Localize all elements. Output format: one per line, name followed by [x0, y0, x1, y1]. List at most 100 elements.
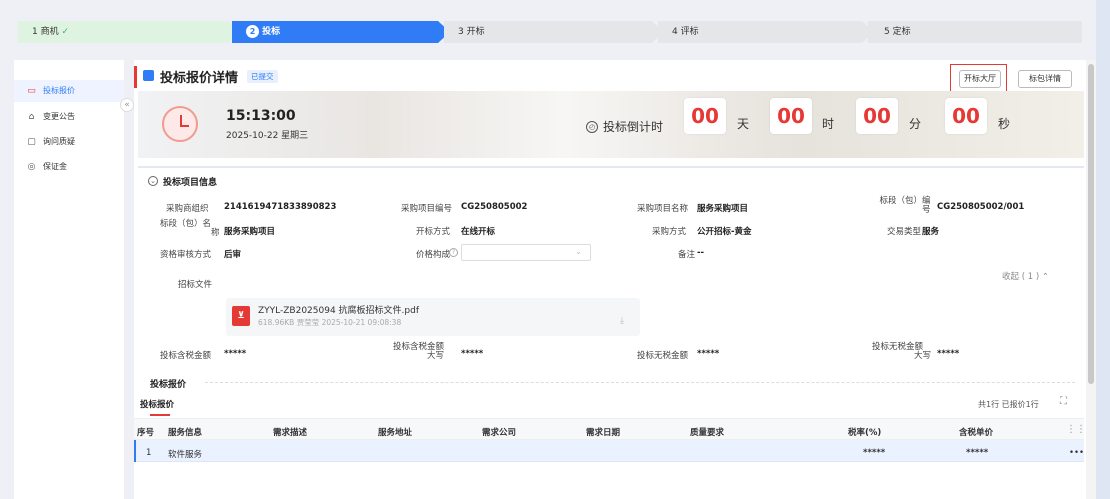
countdown-label: 投标倒计时	[603, 120, 664, 134]
tax-incl-value: *****	[224, 349, 247, 359]
scrollbar-thumb[interactable]	[1088, 64, 1094, 384]
question-doc-icon: ▢	[27, 136, 36, 147]
name-value: 服务采购项目	[697, 204, 749, 214]
row-index: 1	[146, 448, 152, 458]
col-unit-price: 含税单价	[959, 428, 994, 438]
tax-incl-label: 投标含税金额	[160, 351, 212, 361]
col-desc: 需求描述	[273, 428, 308, 438]
file-meta: 618.96KB 贾莹莹 2025-10-21 09:08:38	[258, 318, 402, 327]
countdown-seconds: 00	[945, 98, 987, 134]
quote-section-title: 投标报价	[150, 380, 187, 390]
title-icon	[143, 70, 154, 81]
review-label: 资格审核方式	[160, 250, 212, 260]
doc-label: 招标文件	[178, 280, 213, 290]
org-value: 2141619471833890823	[224, 202, 337, 212]
project-section-title: 投标项目信息	[163, 178, 218, 188]
page-title: 投标报价详情	[160, 71, 239, 86]
countdown-days: 00	[684, 98, 726, 134]
sidebar-item-notice[interactable]: ⌂ 变更公告	[26, 109, 75, 125]
notice-icon: ⌂	[28, 111, 35, 122]
sidebar-item-deposit[interactable]: ◎ 保证金	[26, 159, 67, 175]
countdown-day-unit: 天	[737, 117, 750, 131]
step-3-label: 3 开标	[458, 27, 485, 37]
open-method-value: 在线开标	[461, 227, 496, 237]
row-service: 软件服务	[168, 450, 203, 460]
quote-icon: ▭	[27, 85, 36, 96]
sidebar: ▭ 投标报价 ⌂ 变更公告 ▢ 询问质疑 ◎ 保证金	[14, 60, 124, 499]
quote-summary: 共1行 已报价1行	[978, 400, 1039, 409]
progress-steps: 1 商机 ✓ 2 投标 3 开标 4 评标 5 定标	[0, 0, 1110, 46]
code-value: CG250805002	[461, 202, 528, 212]
tax-excl-upper-label: 投标无税金额 大写	[872, 342, 932, 361]
help-icon[interactable]: ?	[449, 248, 458, 257]
bid-hall-button[interactable]: 开标大厅	[959, 70, 1001, 88]
timer-icon: ◴	[586, 121, 598, 133]
col-company: 需求公司	[482, 428, 517, 438]
pdf-icon: ⊻	[232, 306, 250, 326]
package-detail-button[interactable]: 标包详情	[1018, 70, 1072, 88]
column-settings-icon[interactable]: ⋮⋮	[1066, 424, 1086, 435]
tax-excl-label: 投标无税金额	[637, 351, 689, 361]
collapse-section-icon[interactable]: ⌄	[148, 176, 158, 186]
org-label: 采购商组织	[166, 204, 209, 214]
col-index: 序号	[137, 428, 155, 438]
clock-icon	[162, 106, 198, 142]
countdown-hour-unit: 时	[822, 117, 835, 131]
pkg-name-label: 标段（包）名称	[160, 219, 220, 238]
row-more-button[interactable]: •••	[1069, 448, 1084, 458]
open-method-label: 开标方式	[416, 227, 451, 237]
pkg-no-value: CG250805002/001	[937, 202, 1025, 212]
shield-icon: ◎	[27, 161, 36, 172]
step-5-label: 5 定标	[884, 27, 911, 37]
tax-incl-upper-value: *****	[461, 349, 484, 359]
countdown-minutes: 00	[856, 98, 898, 134]
tax-excl-upper-value: *****	[937, 349, 960, 359]
title-accent	[134, 66, 137, 88]
right-edge	[1096, 0, 1110, 499]
collapse-link[interactable]: 收起 ( 1 ) ⌃	[1002, 270, 1049, 282]
pkg-name-value: 服务采购项目	[224, 227, 276, 237]
dashed-divider	[205, 382, 1075, 383]
tax-excl-value: *****	[697, 349, 720, 359]
row-tax-rate: *****	[863, 448, 886, 458]
countdown-minute-unit: 分	[909, 117, 922, 131]
review-value: 后审	[224, 250, 242, 260]
step-4-label: 4 评标	[672, 27, 699, 37]
tax-incl-upper-label: 投标含税金额 大写	[393, 342, 445, 361]
sidebar-item-quote[interactable]: ▭ 投标报价	[26, 83, 75, 99]
trade-type-label: 交易类型	[887, 227, 922, 237]
price-select[interactable]: ⌄	[461, 244, 591, 261]
countdown-hours: 00	[770, 98, 812, 134]
row-selected-marker	[134, 440, 136, 462]
step-2-label: 2 投标	[234, 21, 280, 43]
countdown-second-unit: 秒	[998, 117, 1011, 131]
remark-value: --	[697, 248, 705, 258]
col-quality: 质量要求	[690, 428, 725, 438]
quote-subtitle: 投标报价	[140, 400, 175, 410]
code-label: 采购项目编号	[401, 204, 453, 214]
chevron-down-icon: ⌄	[575, 247, 582, 256]
col-service: 服务信息	[168, 428, 203, 438]
sidebar-collapse-button[interactable]: «	[120, 98, 134, 112]
table-row[interactable]	[134, 440, 1084, 462]
proc-method-label: 采购方式	[652, 227, 687, 237]
quote-tab-underline	[150, 414, 170, 416]
divider	[138, 166, 1084, 168]
trade-type-value: 服务	[922, 227, 940, 237]
file-name[interactable]: ZYYL-ZB2025094 抗腐板招标文件.pdf	[258, 303, 419, 316]
chevron-up-icon: ⌃	[1041, 272, 1049, 282]
download-icon[interactable]: ⤓	[620, 316, 624, 326]
pkg-no-label: 标段（包）编号	[879, 196, 931, 215]
step-1-label: 1 商机 ✓	[32, 27, 70, 37]
current-time: 15:13:00	[226, 108, 296, 124]
check-icon: ✓	[61, 27, 70, 37]
fullscreen-icon[interactable]: ⛶	[1060, 396, 1067, 407]
sidebar-item-question[interactable]: ▢ 询问质疑	[26, 134, 75, 150]
col-tax-rate: 税率(%)	[848, 428, 882, 438]
name-label: 采购项目名称	[637, 204, 689, 214]
status-badge: 已提交	[247, 70, 278, 83]
row-unit-price: *****	[966, 448, 989, 458]
col-address: 服务地址	[378, 428, 413, 438]
col-date: 需求日期	[586, 428, 621, 438]
remark-label: 备注	[678, 250, 696, 260]
